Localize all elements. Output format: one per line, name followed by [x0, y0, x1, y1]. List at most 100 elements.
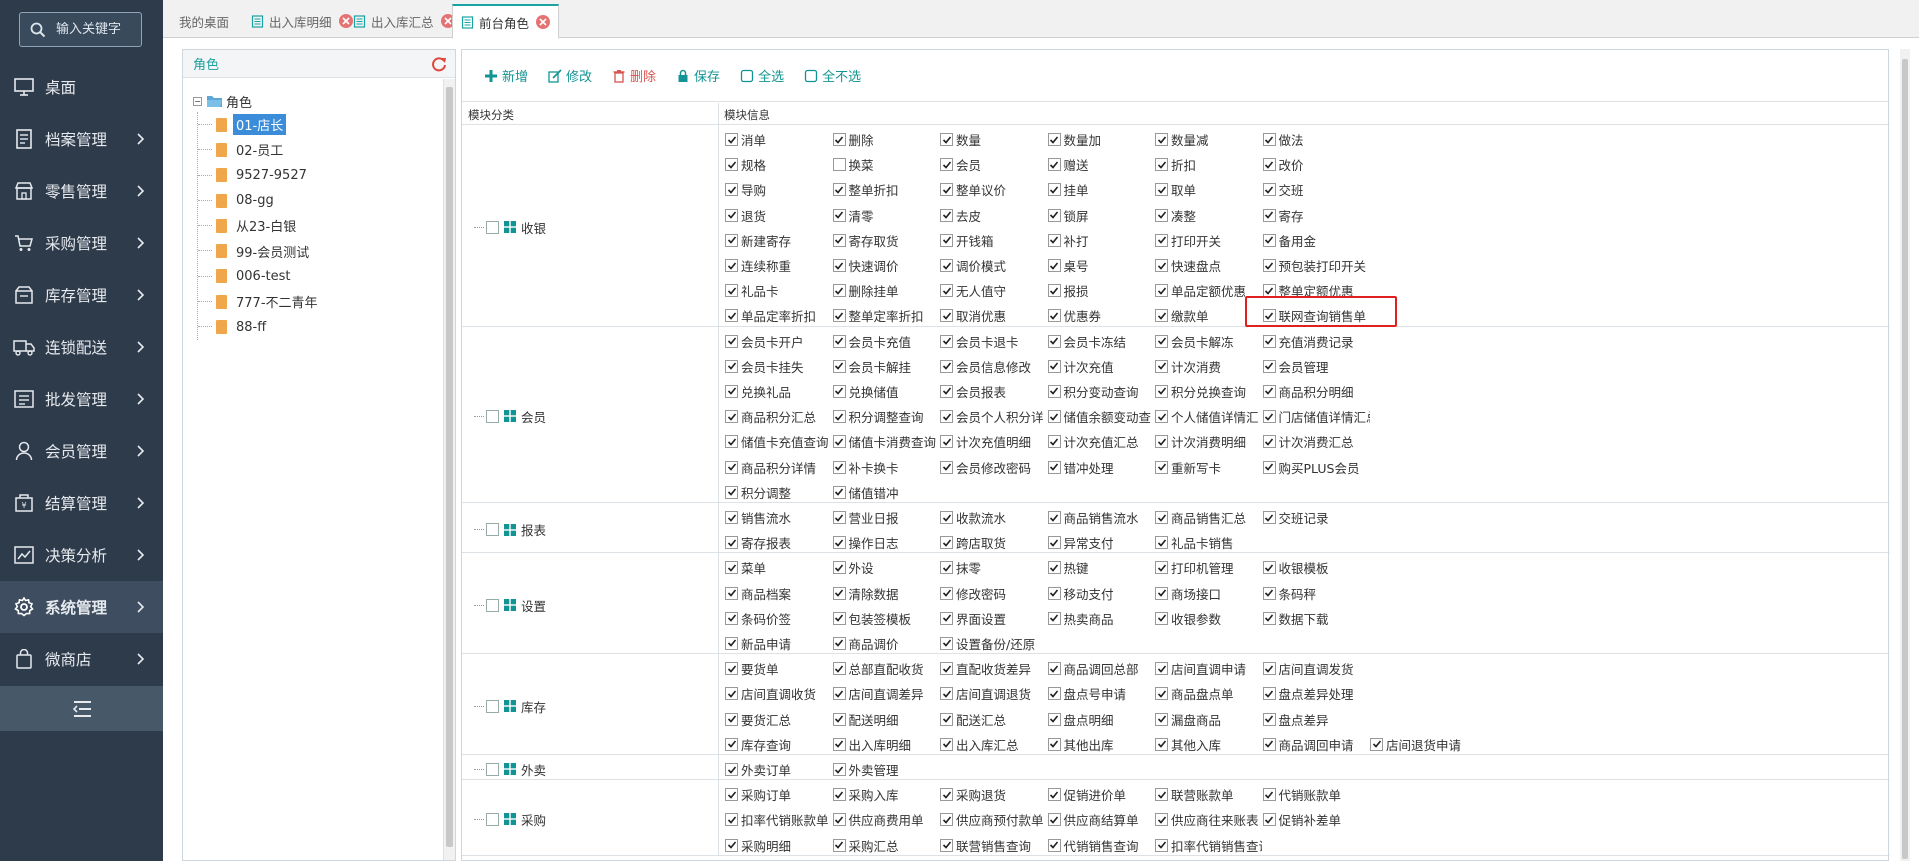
module-permission[interactable]: 计次消费: [1155, 357, 1262, 376]
checkbox-checked[interactable]: [725, 611, 738, 625]
checkbox-checked[interactable]: [940, 309, 953, 323]
module-group-label[interactable]: 外卖: [474, 760, 546, 779]
checkbox-checked[interactable]: [1262, 586, 1276, 600]
role-tree-root[interactable]: − 角色: [193, 90, 321, 112]
module-permission[interactable]: 会员卡挂失: [725, 357, 832, 376]
module-permission[interactable]: 错冲处理: [1047, 458, 1155, 477]
module-permission[interactable]: 新建寄存: [725, 231, 832, 250]
checkbox-checked[interactable]: [725, 259, 738, 272]
checkbox-checked[interactable]: [1262, 511, 1276, 524]
module-permission[interactable]: 单品定率折扣: [725, 306, 832, 325]
module-permission[interactable]: 采购退货: [940, 785, 1047, 804]
sidebar-item[interactable]: 采购管理: [0, 217, 163, 269]
checkbox-checked[interactable]: [940, 561, 953, 575]
module-permission[interactable]: 充值消费记录: [1262, 332, 1370, 351]
module-permission[interactable]: 直配收货差异: [940, 659, 1047, 678]
checkbox-checked[interactable]: [725, 309, 738, 323]
sidebar-item[interactable]: 零售管理: [0, 165, 163, 217]
module-permission[interactable]: 寄存取货: [832, 231, 940, 250]
role-tree-node[interactable]: 01-店长: [198, 112, 321, 137]
module-permission[interactable]: 跨店取货: [940, 533, 1047, 552]
checkbox-checked[interactable]: [1155, 384, 1168, 398]
module-permission[interactable]: 会员卡解挂: [832, 357, 940, 376]
module-permission[interactable]: 会员信息修改: [940, 357, 1047, 376]
module-permission[interactable]: 删除挂单: [832, 281, 940, 300]
module-permission[interactable]: 快速盘点: [1155, 256, 1262, 275]
module-permission[interactable]: 修改密码: [940, 584, 1047, 603]
module-permission[interactable]: 商品积分详情: [725, 458, 832, 477]
module-permission[interactable]: 店间退货申请: [1370, 735, 1477, 754]
checkbox-checked[interactable]: [1155, 611, 1168, 625]
module-permission[interactable]: 抹零: [940, 558, 1047, 577]
module-permission[interactable]: 会员管理: [1262, 357, 1370, 376]
module-permission[interactable]: 营业日报: [832, 508, 940, 527]
module-permission[interactable]: 会员: [940, 155, 1047, 174]
checkbox-checked[interactable]: [1155, 259, 1168, 272]
checkbox-checked[interactable]: [725, 334, 738, 348]
checkbox-checked[interactable]: [832, 511, 846, 524]
add-button[interactable]: 新增: [484, 66, 528, 85]
module-permission[interactable]: 库存查询: [725, 735, 832, 754]
checkbox-checked[interactable]: [832, 359, 846, 373]
checkbox-checked[interactable]: [1370, 737, 1383, 751]
module-permission[interactable]: 折扣: [1155, 155, 1262, 174]
module-group-label[interactable]: 采购: [474, 810, 546, 829]
checkbox-checked[interactable]: [1155, 158, 1168, 172]
checkbox-checked[interactable]: [725, 158, 738, 172]
checkbox-checked[interactable]: [1262, 460, 1276, 474]
checkbox-checked[interactable]: [1155, 788, 1168, 802]
group-checkbox[interactable]: [486, 699, 499, 713]
checkbox-checked[interactable]: [832, 410, 846, 424]
module-permission[interactable]: 删除: [832, 130, 940, 149]
checkbox-checked[interactable]: [1262, 158, 1276, 172]
checkbox-checked[interactable]: [832, 737, 846, 751]
checkbox-checked[interactable]: [832, 183, 846, 197]
module-permission[interactable]: 盘点明细: [1047, 710, 1155, 729]
sidebar-item[interactable]: 库存管理: [0, 269, 163, 321]
checkbox-checked[interactable]: [1047, 208, 1061, 222]
checkbox-checked[interactable]: [1047, 284, 1061, 298]
module-permission[interactable]: 计次充值明细: [940, 432, 1047, 451]
module-permission[interactable]: 设置备份/还原: [940, 634, 1047, 653]
checkbox-checked[interactable]: [1047, 712, 1061, 726]
checkbox-checked[interactable]: [832, 384, 846, 398]
module-permission[interactable]: 热键: [1047, 558, 1155, 577]
checkbox-checked[interactable]: [725, 662, 738, 676]
sidebar-item[interactable]: 系统管理: [0, 581, 163, 633]
sidebar-item[interactable]: 桌面: [0, 61, 163, 113]
module-permission[interactable]: 凑整: [1155, 206, 1262, 225]
checkbox-checked[interactable]: [832, 309, 846, 323]
checkbox-checked[interactable]: [940, 460, 953, 474]
module-permission[interactable]: 礼品卡: [725, 281, 832, 300]
refresh-icon[interactable]: [431, 56, 447, 72]
checkbox-checked[interactable]: [725, 133, 738, 146]
module-permission[interactable]: 商品调价: [832, 634, 940, 653]
module-permission[interactable]: 购买PLUS会员: [1262, 458, 1370, 477]
checkbox-checked[interactable]: [940, 359, 953, 373]
checkbox-checked[interactable]: [725, 536, 738, 550]
module-permission[interactable]: 外卖订单: [725, 760, 832, 779]
module-permission[interactable]: 储值余额变动查: [1047, 407, 1155, 426]
module-permission[interactable]: 采购明细: [725, 836, 832, 855]
tab[interactable]: 前台角色: [452, 4, 560, 39]
checkbox-checked[interactable]: [725, 233, 738, 247]
checkbox-unchecked[interactable]: [832, 158, 846, 172]
sidebar-item[interactable]: 决策分析: [0, 529, 163, 581]
module-permission[interactable]: 桌号: [1047, 256, 1155, 275]
checkbox-checked[interactable]: [1262, 611, 1276, 625]
module-permission[interactable]: 店间直调退货: [940, 684, 1047, 703]
checkbox-checked[interactable]: [940, 334, 953, 348]
module-permission[interactable]: 会员报表: [940, 382, 1047, 401]
checkbox-checked[interactable]: [1047, 158, 1061, 172]
checkbox-checked[interactable]: [832, 662, 846, 676]
module-permission[interactable]: 预包装打印开关: [1262, 256, 1370, 275]
checkbox-checked[interactable]: [1262, 384, 1276, 398]
save-button[interactable]: 保存: [676, 66, 720, 85]
checkbox-checked[interactable]: [725, 485, 738, 499]
checkbox-checked[interactable]: [725, 838, 738, 852]
checkbox-checked[interactable]: [832, 838, 846, 852]
module-permission[interactable]: 整单议价: [940, 180, 1047, 199]
checkbox-checked[interactable]: [1155, 511, 1168, 524]
role-tree-node[interactable]: 9527-9527: [198, 163, 321, 188]
checkbox-checked[interactable]: [1155, 737, 1168, 751]
